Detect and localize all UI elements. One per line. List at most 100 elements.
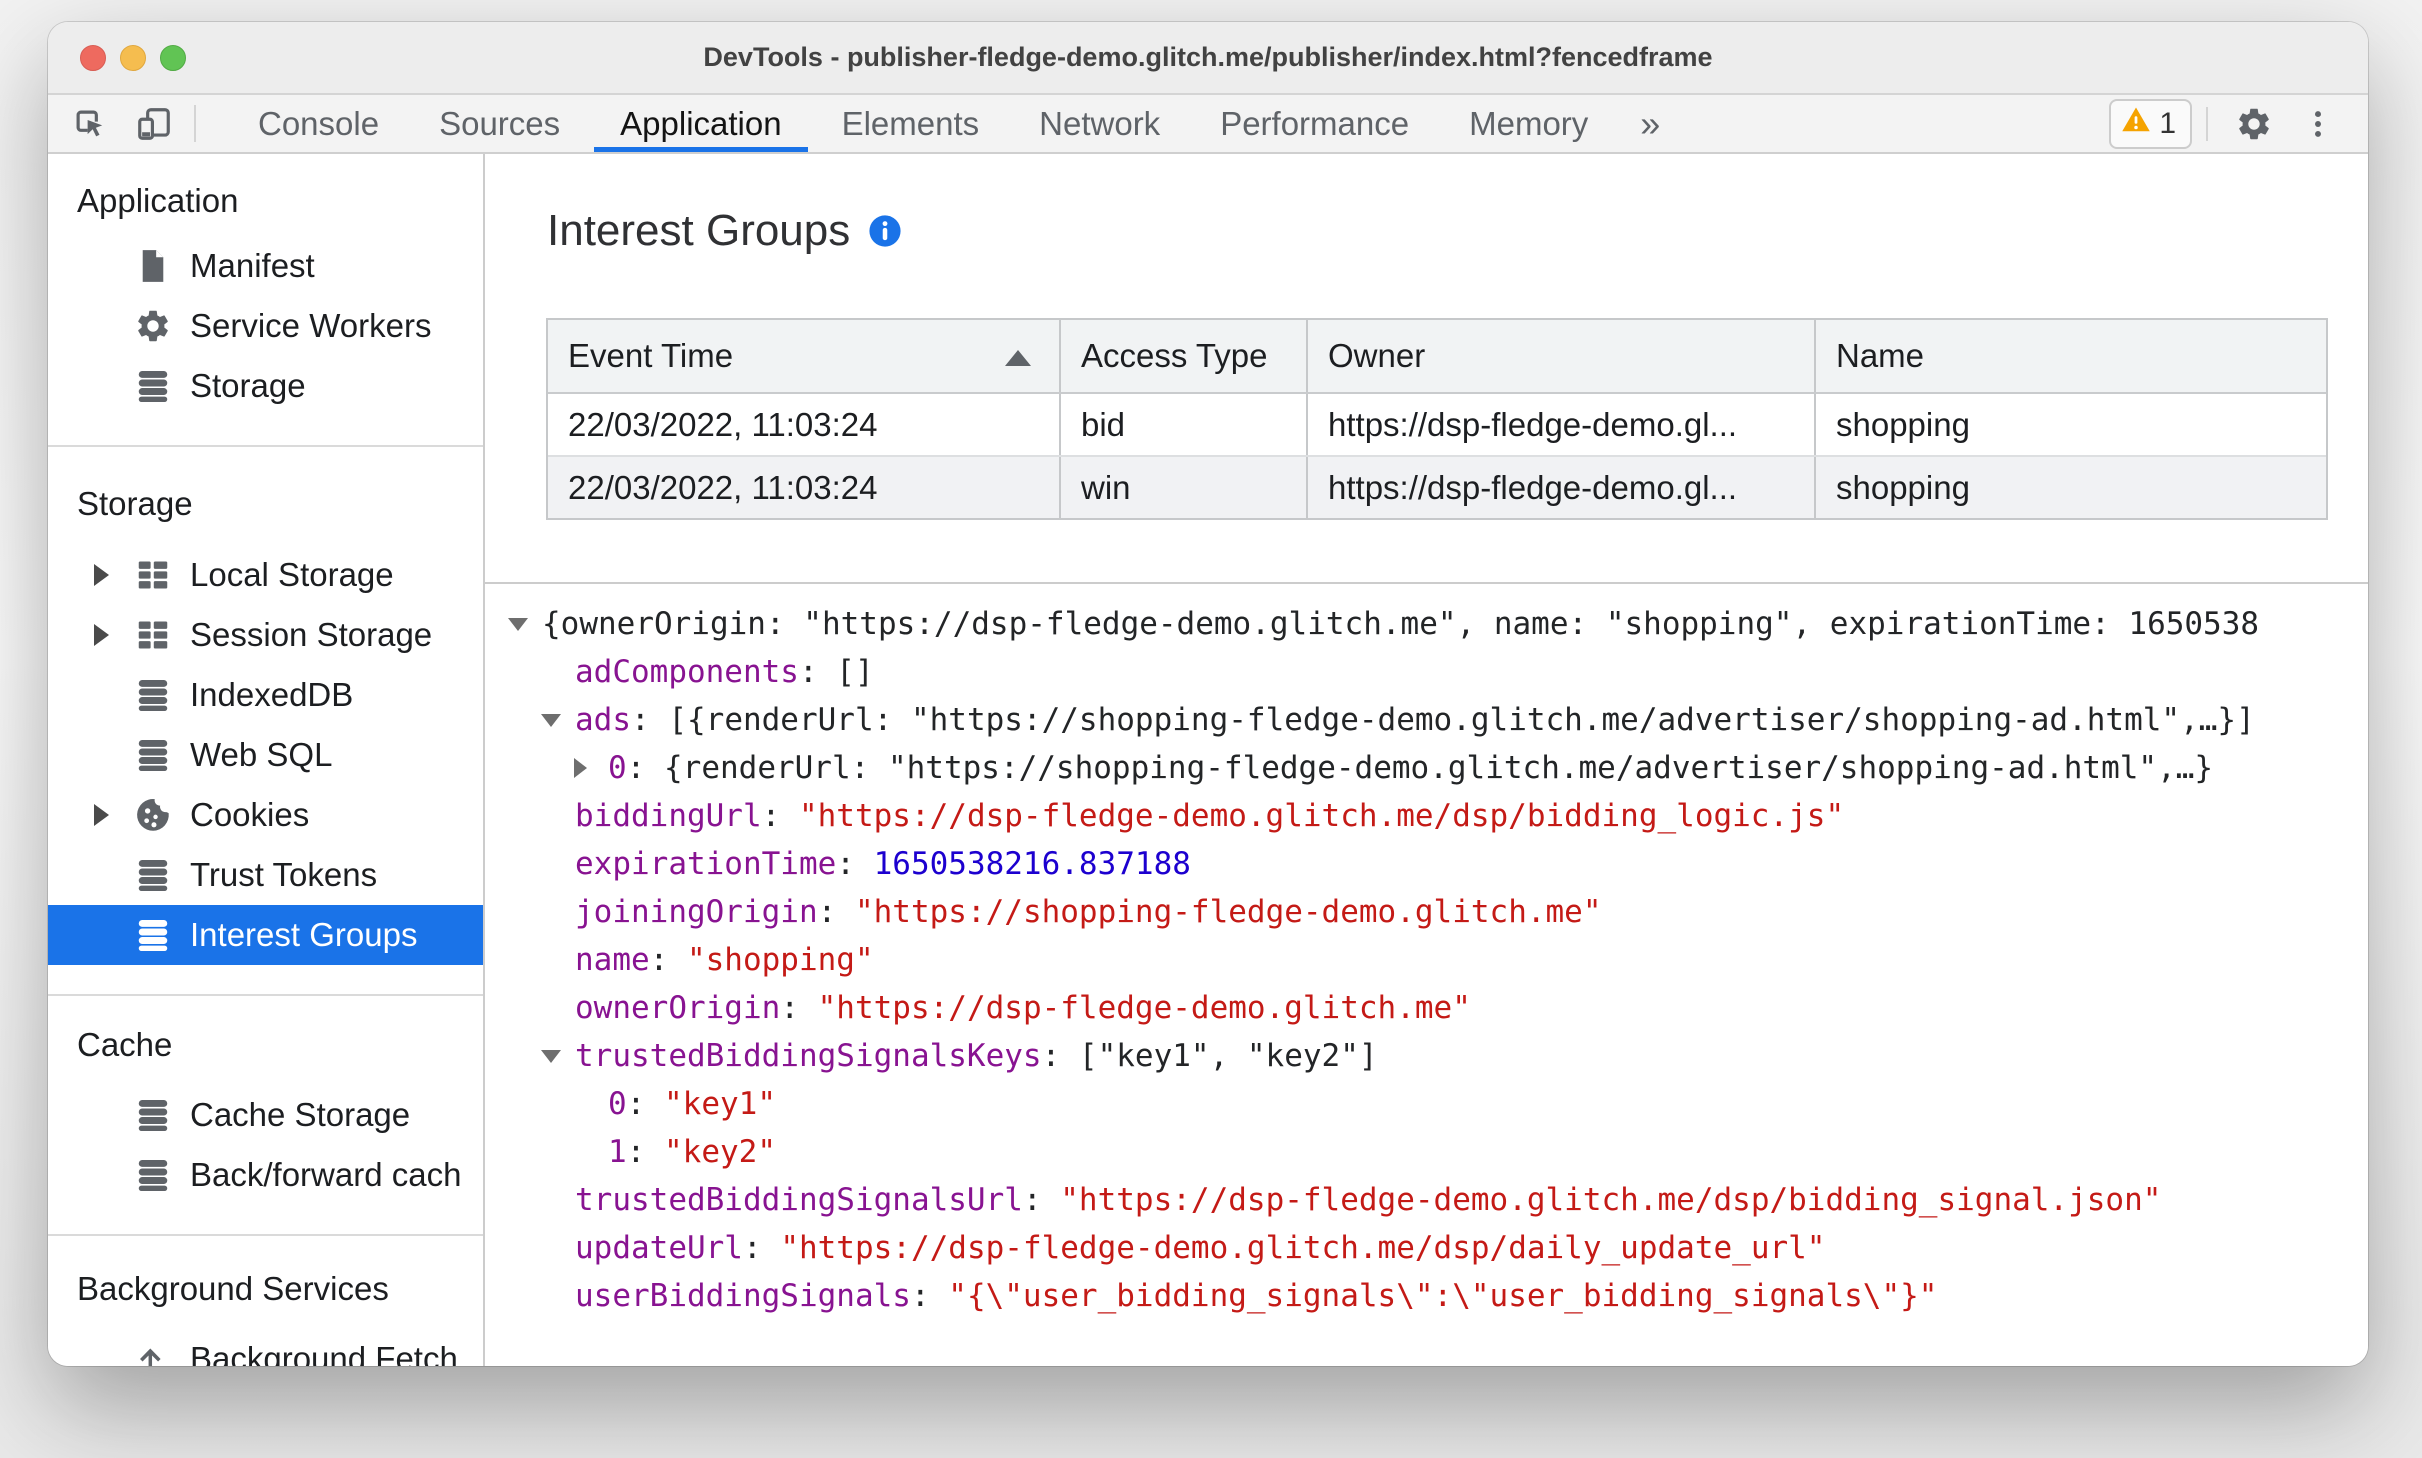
sidebar-section-storage: Storage Local Storage Session Storage Index… <box>48 447 483 996</box>
property-value-string: "shopping" <box>686 942 874 978</box>
property-colon: : <box>1041 1038 1079 1074</box>
table-header-row: Event Time Access Type Owner Name <box>548 320 2326 394</box>
database-icon <box>134 676 172 714</box>
expand-triangle-icon[interactable] <box>94 624 134 646</box>
tree-row-trustedBiddingSignalsUrl: trustedBiddingSignalsUrl: "https://dsp-f… <box>485 1176 2368 1224</box>
tree-row-adComponents: adComponents: [] <box>485 648 2368 696</box>
section-header: Cache <box>77 1026 173 1063</box>
tab-network[interactable]: Network <box>1009 95 1190 152</box>
column-header-access-type[interactable]: Access Type <box>1061 320 1308 392</box>
expand-triangle-icon[interactable] <box>94 564 134 586</box>
close-window-button[interactable] <box>80 44 106 71</box>
database-icon <box>134 736 172 774</box>
toolbar-separator <box>194 105 196 142</box>
sidebar-item-interest-groups[interactable]: Interest Groups <box>48 905 483 965</box>
tree-row-trustedBiddingSignalsKeys[interactable]: trustedBiddingSignalsKeys: ["key1", "key… <box>485 1032 2368 1080</box>
table-row[interactable]: 22/03/2022, 11:03:24 bid https://dsp-fledg… <box>548 394 2326 455</box>
tree-row-joiningOrigin: joiningOrigin: "https://shopping-fledge-… <box>485 888 2368 936</box>
sidebar-item-label: Service Workers <box>190 307 432 344</box>
tree-row-1: 1: "key2" <box>485 1128 2368 1176</box>
device-toolbar-icon[interactable] <box>122 95 186 152</box>
sidebar-item-indexeddb[interactable]: IndexedDB <box>48 665 483 725</box>
table-cell: win <box>1061 457 1308 518</box>
table-cell: shopping <box>1836 405 1970 443</box>
settings-gear-icon[interactable] <box>2222 105 2286 143</box>
tab-sources[interactable]: Sources <box>409 95 590 152</box>
sidebar-section-background-services: Background Services Background Fetch <box>48 1236 483 1366</box>
collapse-triangle-icon[interactable] <box>541 1049 575 1063</box>
grid-icon <box>134 556 172 594</box>
sidebar-section-application: Application Manifest Service Workers Storag… <box>48 154 483 447</box>
tree-row-0[interactable]: 0: {renderUrl: "https://shopping-fledge-… <box>485 744 2368 792</box>
tab-memory[interactable]: Memory <box>1439 95 1618 152</box>
table-row[interactable]: 22/03/2022, 11:03:24 win https://dsp-fledg… <box>548 455 2326 518</box>
sidebar-item-session-storage[interactable]: Session Storage <box>48 605 483 665</box>
property-name: 0 <box>608 750 627 786</box>
expand-triangle-icon[interactable] <box>574 758 608 778</box>
zoom-window-button[interactable] <box>160 44 186 71</box>
table-cell: https://dsp-fledge-demo.gl... <box>1308 394 1816 455</box>
property-value-string: "key2" <box>664 1134 776 1170</box>
property-name: joiningOrigin <box>575 894 818 930</box>
sidebar-item-label: Web SQL <box>190 736 333 773</box>
property-colon: : <box>780 990 818 1026</box>
tree-row-root[interactable]: {ownerOrigin: "https://dsp-fledge-demo.g… <box>485 600 2368 648</box>
sidebar-item-cookies[interactable]: Cookies <box>48 785 483 845</box>
sidebar-item-service-workers[interactable]: Service Workers <box>48 296 483 356</box>
sidebar-item-label: IndexedDB <box>190 676 354 713</box>
sidebar-section-cache: Cache Cache Storage Back/forward cach <box>48 996 483 1236</box>
tree-row-ads[interactable]: ads: [{renderUrl: "https://shopping-fled… <box>485 696 2368 744</box>
property-name: expirationTime <box>575 846 837 882</box>
minimize-window-button[interactable] <box>120 44 146 71</box>
sidebar-item-storage[interactable]: Storage <box>48 356 483 416</box>
database-icon <box>134 916 172 954</box>
collapse-triangle-icon[interactable] <box>508 617 542 631</box>
sidebar-item-back-forward-cach[interactable]: Back/forward cach <box>48 1145 483 1205</box>
sidebar-item-label: Background Fetch <box>190 1340 458 1366</box>
tree-row-name: name: "shopping" <box>485 936 2368 984</box>
column-header-owner[interactable]: Owner <box>1308 320 1816 392</box>
column-header-name[interactable]: Name <box>1816 320 2324 392</box>
collapse-triangle-icon[interactable] <box>541 713 575 727</box>
property-name: name <box>575 942 650 978</box>
section-header: Storage <box>77 485 193 522</box>
property-colon: : <box>626 750 664 786</box>
sidebar-item-web-sql[interactable]: Web SQL <box>48 725 483 785</box>
sidebar-item-manifest[interactable]: Manifest <box>48 236 483 296</box>
tab-elements[interactable]: Elements <box>812 95 1010 152</box>
more-tabs-button[interactable]: » <box>1618 95 1682 152</box>
sidebar-item-label: Local Storage <box>190 556 394 593</box>
sidebar-item-cache-storage[interactable]: Cache Storage <box>48 1085 483 1145</box>
tab-performance[interactable]: Performance <box>1190 95 1439 152</box>
tab-application[interactable]: Application <box>590 95 811 152</box>
tab-console[interactable]: Console <box>228 95 409 152</box>
property-colon: : <box>626 1086 664 1122</box>
sidebar-item-label: Storage <box>190 367 306 404</box>
database-icon <box>134 1096 172 1134</box>
sidebar-item-background-fetch[interactable]: Background Fetch <box>48 1329 483 1366</box>
inspect-element-icon[interactable] <box>58 95 122 152</box>
kebab-menu-icon[interactable] <box>2286 107 2350 141</box>
devtools-toolbar: Console Sources Application Elements Network… <box>48 95 2368 154</box>
expand-triangle-icon[interactable] <box>94 804 134 826</box>
issues-badge[interactable]: 1 <box>2109 98 2192 149</box>
property-value-string: "key1" <box>664 1086 776 1122</box>
property-colon: : <box>817 894 855 930</box>
property-name: trustedBiddingSignalsUrl <box>575 1182 1023 1218</box>
sidebar-item-local-storage[interactable]: Local Storage <box>48 545 483 605</box>
property-colon: : <box>1022 1182 1061 1218</box>
property-name: trustedBiddingSignalsKeys <box>575 1038 1042 1074</box>
property-name: ownerOrigin <box>575 990 781 1026</box>
property-value-string: "https://dsp-fledge-demo.glitch.me/dsp/d… <box>780 1230 1826 1266</box>
interest-group-details-tree: {ownerOrigin: "https://dsp-fledge-demo.g… <box>485 600 2368 1320</box>
sort-ascending-icon <box>1005 350 1031 366</box>
property-colon: : <box>910 1278 949 1314</box>
property-value-number: 1650538216.837188 <box>873 846 1191 882</box>
info-icon[interactable] <box>868 214 902 248</box>
sidebar-item-trust-tokens[interactable]: Trust Tokens <box>48 845 483 905</box>
devtools-window: DevTools - publisher-fledge-demo.glitch.… <box>48 22 2368 1366</box>
column-header-event-time[interactable]: Event Time <box>548 320 1061 392</box>
table-cell: https://dsp-fledge-demo.gl... <box>1308 457 1816 518</box>
issues-count: 1 <box>2159 106 2176 140</box>
property-value-string: "{\"user_bidding_signals\":\"user_biddin… <box>948 1278 1938 1314</box>
